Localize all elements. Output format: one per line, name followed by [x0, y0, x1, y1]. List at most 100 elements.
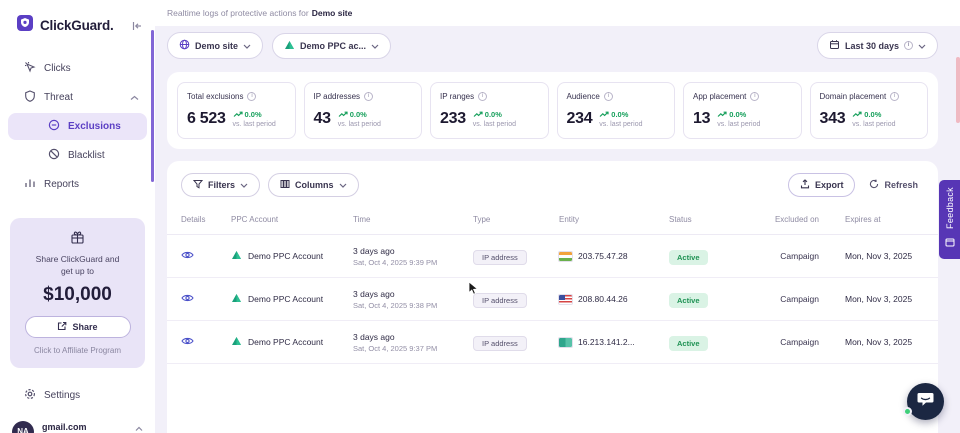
affiliate-program-link[interactable]: Click to Affiliate Program: [18, 346, 137, 357]
table-row[interactable]: Demo PPC Account 3 days agoSat, Oct 4, 2…: [167, 278, 938, 321]
promo-amount: $10,000: [18, 282, 137, 308]
page-subtitle: Realtime logs of protective actions forD…: [167, 8, 352, 18]
circle-minus-icon: [48, 119, 60, 134]
sidebar: ClickGuard. Clicks Threat Exclusions Bla…: [0, 0, 155, 433]
export-button[interactable]: Export: [788, 173, 856, 197]
view-details-button[interactable]: [181, 290, 194, 307]
info-icon[interactable]: [364, 92, 373, 101]
info-icon: [904, 41, 913, 50]
entity-value: 16.213.141.2...: [578, 337, 635, 347]
time-absolute: Sat, Oct 4, 2025 9:39 PM: [353, 258, 473, 267]
chat-launcher-button[interactable]: [907, 383, 944, 420]
filters-button[interactable]: Filters: [181, 173, 260, 197]
stat-label: Audience: [567, 92, 600, 101]
sidebar-scrollbar[interactable]: [151, 30, 154, 182]
shield-icon: [24, 90, 36, 105]
ppc-platform-icon: [231, 250, 242, 262]
feedback-tab-label: Feedback: [945, 187, 955, 229]
chevron-down-icon: [371, 41, 379, 51]
columns-button[interactable]: Columns: [268, 173, 359, 197]
status-badge: Active: [669, 293, 708, 308]
excluded-on-value: Campaign: [751, 294, 819, 304]
site-selector[interactable]: Demo site: [167, 32, 263, 59]
brand-name: ClickGuard.: [40, 18, 114, 33]
promo-text-line1: Share ClickGuard and: [18, 254, 137, 265]
sidebar-nav: Clicks Threat Exclusions Blacklist Repor…: [0, 47, 155, 200]
column-header-entity: Entity: [559, 215, 669, 224]
stat-value: 13: [693, 110, 710, 128]
prohibit-icon: [48, 148, 60, 163]
gear-icon: [24, 388, 36, 403]
stat-change: 0.0%: [729, 110, 746, 119]
sidebar-item-label: Exclusions: [68, 121, 121, 132]
sidebar-item-blacklist[interactable]: Blacklist: [8, 142, 147, 169]
entity-value: 203.75.47.28: [578, 251, 628, 261]
ppc-account-selector[interactable]: Demo PPC ac...: [272, 33, 391, 59]
table-row[interactable]: Demo PPC Account 3 days ago Sat, Oct 4, 2…: [167, 235, 938, 278]
account-switcher[interactable]: NA gmail.com naatali.ro@gmail.com: [0, 411, 155, 433]
export-button-label: Export: [815, 180, 844, 190]
info-icon[interactable]: [890, 92, 899, 101]
column-header-excluded-on: Excluded on: [751, 215, 819, 225]
type-badge: IP address: [473, 336, 527, 351]
stat-card-total-exclusions: Total exclusions 6 523 0.0%vs. last peri…: [177, 82, 296, 139]
status-badge: Active: [669, 250, 708, 265]
stat-period: vs. last period: [599, 121, 642, 128]
time-relative: 3 days ago: [353, 246, 473, 256]
calendar-icon: [829, 39, 840, 52]
bar-chart-icon: [24, 177, 36, 192]
info-icon[interactable]: [750, 92, 759, 101]
chevron-down-icon: [240, 180, 248, 190]
feedback-tab[interactable]: Feedback: [939, 180, 960, 259]
online-status-dot: [903, 407, 912, 416]
stat-card-audience: Audience 234 0.0%vs. last period: [557, 82, 676, 139]
column-header-details: Details: [181, 215, 231, 224]
ppc-platform-icon: [231, 293, 242, 305]
sidebar-item-reports[interactable]: Reports: [8, 171, 147, 198]
sidebar-item-exclusions[interactable]: Exclusions: [8, 113, 147, 140]
clickguard-logo-icon: [16, 14, 34, 37]
globe-icon: [179, 39, 190, 52]
ppc-account-selector-label: Demo PPC ac...: [300, 41, 366, 51]
page-header: Realtime logs of protective actions forD…: [155, 0, 960, 26]
sidebar-item-label: Clicks: [44, 63, 71, 74]
stat-card-ip-addresses: IP addresses 43 0.0%vs. last period: [304, 82, 423, 139]
view-details-button[interactable]: [181, 247, 194, 264]
expires-at-value: Mon, Nov 3, 2025: [819, 337, 924, 347]
chevron-down-icon: [339, 180, 347, 190]
view-details-button[interactable]: [181, 333, 194, 350]
date-range-selector[interactable]: Last 30 days: [817, 32, 938, 59]
type-badge: IP address: [473, 250, 527, 265]
share-button-label: Share: [72, 322, 97, 332]
country-flag-icon: [559, 338, 572, 347]
table-row[interactable]: Demo PPC Account 3 days agoSat, Oct 4, 2…: [167, 321, 938, 364]
sidebar-item-threat[interactable]: Threat: [8, 84, 147, 111]
stat-label: Total exclusions: [187, 92, 243, 101]
expires-at-value: Mon, Nov 3, 2025: [819, 294, 924, 304]
column-header-time: Time: [353, 215, 473, 224]
info-icon[interactable]: [478, 92, 487, 101]
funnel-icon: [193, 179, 203, 191]
refresh-button[interactable]: Refresh: [863, 174, 924, 196]
chevron-down-icon: [918, 41, 926, 51]
info-icon[interactable]: [604, 92, 613, 101]
info-icon[interactable]: [247, 92, 256, 101]
clicks-icon: [24, 61, 36, 76]
share-button[interactable]: Share: [25, 316, 131, 338]
columns-icon: [280, 179, 290, 191]
sidebar-item-settings[interactable]: Settings: [8, 382, 147, 409]
stat-period: vs. last period: [852, 121, 895, 128]
refresh-button-label: Refresh: [884, 180, 918, 190]
stat-value: 6 523: [187, 110, 226, 128]
ppc-account-name: Demo PPC Account: [248, 251, 323, 261]
refresh-icon: [869, 179, 879, 191]
selector-row: Demo site Demo PPC ac... Last 30 days: [167, 32, 938, 59]
sidebar-item-clicks[interactable]: Clicks: [8, 55, 147, 82]
collapse-sidebar-icon[interactable]: [131, 20, 143, 32]
stat-card-domain-placement: Domain placement 343 0.0%vs. last period: [810, 82, 929, 139]
column-header-status: Status: [669, 215, 751, 224]
stat-change: 0.0%: [245, 110, 262, 119]
table-toolbar: Filters Columns Export Refresh: [167, 173, 938, 197]
feedback-icon: [945, 234, 955, 252]
page-scrollbar[interactable]: [956, 57, 960, 123]
